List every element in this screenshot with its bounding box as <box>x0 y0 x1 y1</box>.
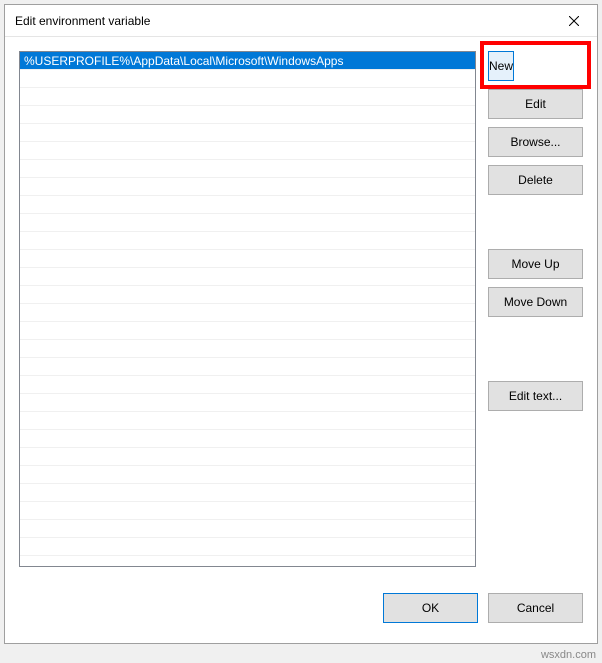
list-item[interactable] <box>20 268 475 286</box>
list-item[interactable]: %USERPROFILE%\AppData\Local\Microsoft\Wi… <box>20 52 475 70</box>
list-item[interactable] <box>20 538 475 556</box>
list-item[interactable] <box>20 520 475 538</box>
list-item[interactable] <box>20 394 475 412</box>
browse-button[interactable]: Browse... <box>488 127 583 157</box>
close-icon <box>569 16 579 26</box>
list-item[interactable] <box>20 70 475 88</box>
side-button-column: New Edit Browse... Delete Move Up Move D… <box>488 51 583 577</box>
titlebar: Edit environment variable <box>5 5 597 37</box>
list-item[interactable] <box>20 250 475 268</box>
watermark-text: wsxdn.com <box>541 649 596 661</box>
spacer <box>488 203 583 241</box>
list-item[interactable] <box>20 412 475 430</box>
dialog-footer: OK Cancel <box>5 577 597 643</box>
list-item[interactable] <box>20 502 475 520</box>
list-item[interactable] <box>20 466 475 484</box>
list-item[interactable] <box>20 160 475 178</box>
dialog-title: Edit environment variable <box>15 14 150 28</box>
path-listbox[interactable]: %USERPROFILE%\AppData\Local\Microsoft\Wi… <box>19 51 476 567</box>
list-item[interactable] <box>20 376 475 394</box>
list-item[interactable] <box>20 484 475 502</box>
list-item[interactable] <box>20 304 475 322</box>
list-item[interactable] <box>20 196 475 214</box>
spacer <box>488 325 583 373</box>
close-button[interactable] <box>551 5 597 36</box>
list-item[interactable] <box>20 88 475 106</box>
cancel-button[interactable]: Cancel <box>488 593 583 623</box>
ok-button[interactable]: OK <box>383 593 478 623</box>
list-item[interactable] <box>20 142 475 160</box>
list-item[interactable] <box>20 340 475 358</box>
move-up-button[interactable]: Move Up <box>488 249 583 279</box>
dialog-content: %USERPROFILE%\AppData\Local\Microsoft\Wi… <box>5 37 597 577</box>
edit-env-var-dialog: Edit environment variable %USERPROFILE%\… <box>4 4 598 644</box>
list-item[interactable] <box>20 214 475 232</box>
list-item[interactable] <box>20 178 475 196</box>
list-item[interactable] <box>20 106 475 124</box>
new-button[interactable]: New <box>488 51 514 81</box>
delete-button[interactable]: Delete <box>488 165 583 195</box>
edit-button[interactable]: Edit <box>488 89 583 119</box>
move-down-button[interactable]: Move Down <box>488 287 583 317</box>
list-item[interactable] <box>20 286 475 304</box>
list-item[interactable] <box>20 358 475 376</box>
list-item[interactable] <box>20 322 475 340</box>
edit-text-button[interactable]: Edit text... <box>488 381 583 411</box>
list-item[interactable] <box>20 430 475 448</box>
list-item[interactable] <box>20 124 475 142</box>
list-item[interactable] <box>20 448 475 466</box>
list-item[interactable] <box>20 232 475 250</box>
